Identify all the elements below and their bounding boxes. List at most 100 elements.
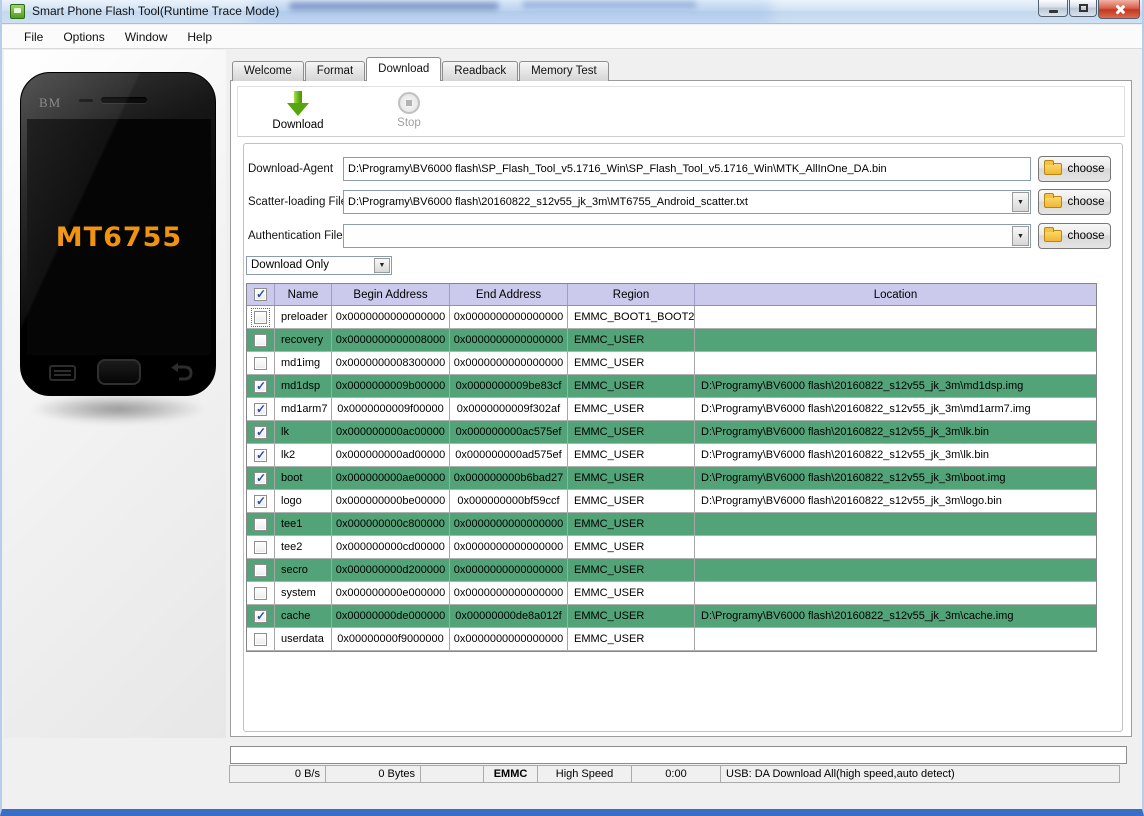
cell-end: 0x00000000de8a012f <box>450 605 568 627</box>
download-agent-input[interactable]: D:\Programy\BV6000 flash\SP_Flash_Tool_v… <box>343 157 1031 181</box>
row-checkbox[interactable] <box>254 449 267 462</box>
cell-location <box>695 559 1096 581</box>
action-toolbar: Download Stop <box>237 86 1125 137</box>
row-checkbox[interactable] <box>254 610 267 623</box>
table-row[interactable]: logo0x000000000be000000x000000000bf59ccf… <box>247 490 1096 513</box>
scatter-file-combobox[interactable]: D:\Programy\BV6000 flash\20160822_s12v55… <box>343 190 1031 214</box>
auth-file-combobox[interactable]: ▼ <box>343 224 1031 248</box>
cell-region: EMMC_USER <box>568 628 695 650</box>
cell-begin: 0x0000000000008000 <box>332 329 450 351</box>
tab-download[interactable]: Download <box>366 57 441 81</box>
cell-end: 0x000000000ad575ef <box>450 444 568 466</box>
table-row[interactable]: tee20x000000000cd000000x0000000000000000… <box>247 536 1096 559</box>
row-checkbox-cell <box>247 559 275 581</box>
chevron-down-icon[interactable]: ▼ <box>1012 226 1029 246</box>
table-row[interactable]: lk20x000000000ad000000x000000000ad575efE… <box>247 444 1096 467</box>
title-bar[interactable]: Smart Phone Flash Tool(Runtime Trace Mod… <box>2 0 1142 24</box>
table-row[interactable]: md1img0x00000000083000000x00000000000000… <box>247 352 1096 375</box>
table-row[interactable]: preloader0x00000000000000000x00000000000… <box>247 306 1096 329</box>
chevron-down-icon[interactable]: ▼ <box>374 258 390 273</box>
row-checkbox-cell <box>247 536 275 558</box>
table-row[interactable]: cache0x00000000de0000000x00000000de8a012… <box>247 605 1096 628</box>
folder-icon <box>1044 163 1062 175</box>
table-row[interactable]: tee10x000000000c8000000x0000000000000000… <box>247 513 1096 536</box>
row-checkbox[interactable] <box>254 495 267 508</box>
cell-location: D:\Programy\BV6000 flash\20160822_s12v55… <box>695 444 1096 466</box>
tab-readback[interactable]: Readback <box>442 61 518 81</box>
cell-location <box>695 536 1096 558</box>
window-controls <box>1037 0 1140 19</box>
tab-welcome[interactable]: Welcome <box>232 61 304 81</box>
row-checkbox[interactable] <box>254 380 267 393</box>
app-icon <box>10 4 25 19</box>
glass-artifact <box>289 2 499 10</box>
download-agent-choose-button[interactable]: choose <box>1038 156 1111 182</box>
menu-bar: File Options Window Help <box>2 25 1142 49</box>
progress-bar <box>230 746 1127 764</box>
download-arrow-icon <box>287 91 309 116</box>
select-all-cell <box>247 284 275 305</box>
table-row[interactable]: lk0x000000000ac000000x000000000ac575efEM… <box>247 421 1096 444</box>
row-checkbox[interactable] <box>254 426 267 439</box>
close-button[interactable] <box>1098 0 1140 19</box>
cell-begin: 0x00000000f9000000 <box>332 628 450 650</box>
auth-file-choose-button[interactable]: choose <box>1038 223 1111 249</box>
cell-name: preloader <box>275 306 332 328</box>
menu-file[interactable]: File <box>14 28 53 46</box>
table-row[interactable]: userdata0x00000000f90000000x000000000000… <box>247 628 1096 651</box>
row-checkbox[interactable] <box>254 587 267 600</box>
minimize-button[interactable] <box>1038 0 1068 17</box>
table-row[interactable]: secro0x000000000d2000000x000000000000000… <box>247 559 1096 582</box>
scatter-file-choose-button[interactable]: choose <box>1038 189 1111 215</box>
table-row[interactable]: md1arm70x0000000009f000000x0000000009f30… <box>247 398 1096 421</box>
cell-end: 0x000000000bf59ccf <box>450 490 568 512</box>
download-button[interactable]: Download <box>255 90 341 134</box>
maximize-button[interactable] <box>1069 0 1097 17</box>
cell-begin: 0x000000000c800000 <box>332 513 450 535</box>
cell-name: logo <box>275 490 332 512</box>
cell-end: 0x0000000000000000 <box>450 582 568 604</box>
row-checkbox-cell <box>247 513 275 535</box>
row-checkbox[interactable] <box>254 564 267 577</box>
cell-region: EMMC_USER <box>568 444 695 466</box>
cell-end: 0x0000000000000000 <box>450 329 568 351</box>
row-checkbox[interactable] <box>254 357 267 370</box>
cell-begin: 0x000000000d200000 <box>332 559 450 581</box>
row-checkbox[interactable] <box>254 541 267 554</box>
cell-name: lk <box>275 421 332 443</box>
table-row[interactable]: md1dsp0x0000000009b000000x0000000009be83… <box>247 375 1096 398</box>
cell-region: EMMC_USER <box>568 513 695 535</box>
table-row[interactable]: boot0x000000000ae000000x000000000b6bad27… <box>247 467 1096 490</box>
download-mode-value: Download Only <box>251 259 329 271</box>
column-header-begin-address: Begin Address <box>332 284 450 305</box>
cell-name: md1arm7 <box>275 398 332 420</box>
row-checkbox[interactable] <box>254 472 267 485</box>
table-row[interactable]: system0x000000000e0000000x00000000000000… <box>247 582 1096 605</box>
row-checkbox-cell <box>247 375 275 397</box>
cell-region: EMMC_USER <box>568 490 695 512</box>
cell-end: 0x0000000009f302af <box>450 398 568 420</box>
cell-region: EMMC_USER <box>568 467 695 489</box>
cell-begin: 0x0000000009f00000 <box>332 398 450 420</box>
row-checkbox[interactable] <box>254 403 267 416</box>
stop-button[interactable]: Stop <box>366 90 452 134</box>
tab-memory-test[interactable]: Memory Test <box>519 61 609 81</box>
table-row[interactable]: recovery0x00000000000080000x000000000000… <box>247 329 1096 352</box>
row-checkbox[interactable] <box>254 518 267 531</box>
phone-shadow <box>30 394 206 424</box>
row-checkbox-cell <box>247 329 275 351</box>
select-all-checkbox[interactable] <box>254 288 267 301</box>
chevron-down-icon[interactable]: ▼ <box>1012 192 1029 212</box>
cell-begin: 0x0000000008300000 <box>332 352 450 374</box>
row-checkbox[interactable] <box>254 334 267 347</box>
cell-begin: 0x000000000ad00000 <box>332 444 450 466</box>
download-mode-select[interactable]: Download Only ▼ <box>246 256 392 275</box>
cell-region: EMMC_USER <box>568 352 695 374</box>
status-message: USB: DA Download All(high speed,auto det… <box>720 765 1120 783</box>
menu-help[interactable]: Help <box>177 28 222 46</box>
menu-options[interactable]: Options <box>53 28 114 46</box>
row-checkbox[interactable] <box>254 311 267 324</box>
menu-window[interactable]: Window <box>115 28 178 46</box>
row-checkbox[interactable] <box>254 633 267 646</box>
tab-format[interactable]: Format <box>305 61 365 81</box>
